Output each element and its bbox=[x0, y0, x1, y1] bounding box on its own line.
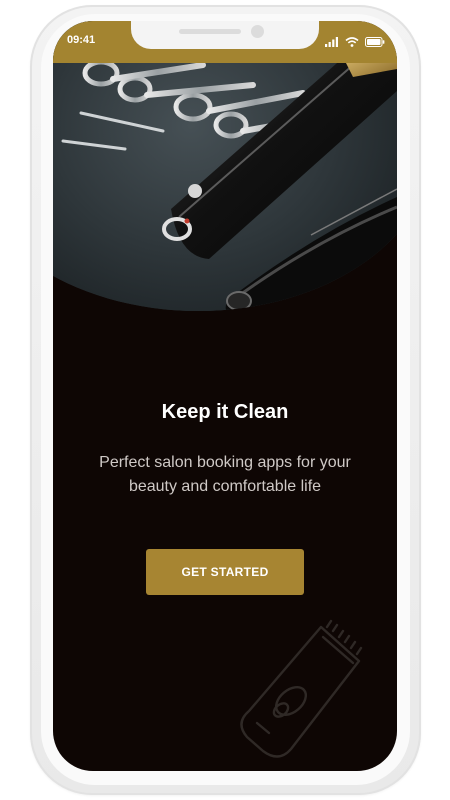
device-notch bbox=[131, 21, 319, 49]
onboarding-subtitle: Perfect salon booking apps for your beau… bbox=[99, 454, 351, 495]
wifi-icon bbox=[345, 37, 359, 47]
status-icons bbox=[325, 36, 385, 48]
signal-icon bbox=[325, 37, 338, 47]
hair-clipper-icon bbox=[240, 619, 363, 758]
onboarding-title: Keep it Clean bbox=[161, 401, 289, 423]
battery-icon bbox=[365, 37, 385, 47]
get-started-button[interactable]: GET STARTED bbox=[146, 549, 304, 595]
front-camera bbox=[251, 25, 264, 38]
status-time: 09:41 bbox=[67, 34, 96, 46]
speaker-grille bbox=[179, 29, 241, 34]
barber-tools-photo bbox=[53, 21, 397, 311]
hero-image bbox=[53, 21, 397, 311]
status-bar: 09:41 bbox=[53, 21, 397, 63]
app-screen: 09:41 Keep it Clean Perfect salon bookin… bbox=[53, 21, 397, 771]
